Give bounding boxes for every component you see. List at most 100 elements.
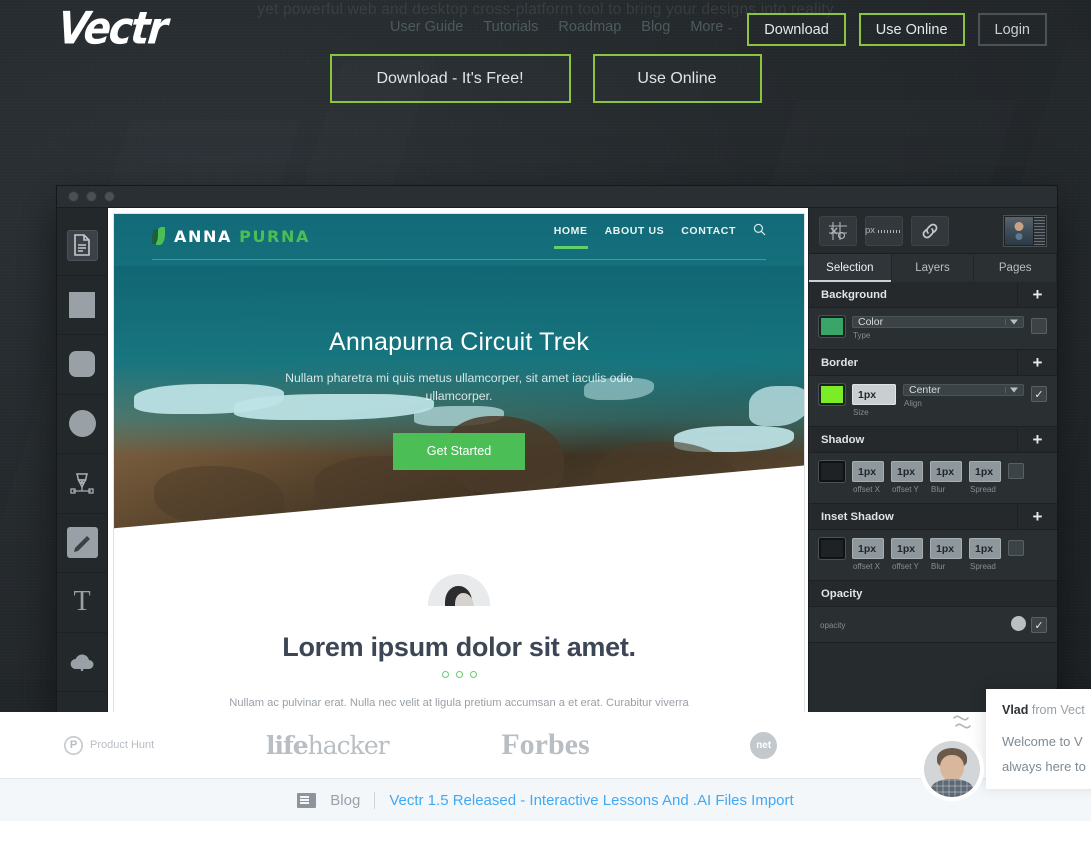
shadow-offset-y-input[interactable]: 1px <box>891 461 923 482</box>
search-icon[interactable] <box>753 223 766 250</box>
app-window-mockup: T ANNA PURNA HOME ABOUT US CONTACT Annap… <box>57 186 1057 712</box>
window-maximize-button[interactable] <box>104 191 115 202</box>
chat-widget[interactable]: Vlad from Vect Welcome to V always here … <box>924 689 1091 797</box>
nav-link-roadmap[interactable]: Roadmap <box>558 19 621 35</box>
window-minimize-button[interactable] <box>86 191 97 202</box>
link-icon[interactable] <box>911 215 949 246</box>
shadow-blur-value: 1px <box>936 465 955 478</box>
circle-icon <box>68 410 96 438</box>
press-logo-lifehacker[interactable]: lifehacker <box>218 731 436 760</box>
border-visibility-checkbox[interactable]: ✓ <box>1031 386 1047 402</box>
shadow-color-swatch[interactable] <box>819 461 845 482</box>
tool-rectangle[interactable] <box>57 276 108 335</box>
shadow-offset-x-input[interactable]: 1px <box>852 461 884 482</box>
add-inset-shadow-button[interactable]: + <box>1017 504 1057 530</box>
add-border-button[interactable]: + <box>1017 350 1057 376</box>
add-shadow-button[interactable]: + <box>1017 427 1057 453</box>
blog-label[interactable]: Blog <box>330 792 360 809</box>
tool-upload[interactable] <box>57 633 108 692</box>
chevron-down-icon: ⌄ <box>726 21 734 32</box>
shadow-visibility-checkbox[interactable] <box>1008 463 1024 479</box>
section-body-opacity: opacity ✓ <box>809 607 1057 643</box>
top-navigation: Vectr User Guide Tutorials Roadmap Blog … <box>0 0 1091 58</box>
inset-shadow-offset-y-input[interactable]: 1px <box>891 538 923 559</box>
pen-icon <box>67 468 98 499</box>
net-icon: net <box>750 731 778 759</box>
shadow-spread-input[interactable]: 1px <box>969 461 1001 482</box>
login-button[interactable]: Login <box>977 13 1047 46</box>
section-title-background: Background <box>821 288 887 301</box>
inset-shadow-spread-input[interactable]: 1px <box>969 538 1001 559</box>
section-header-opacity: Opacity <box>809 581 1057 607</box>
tab-layers[interactable]: Layers <box>892 254 975 282</box>
border-size-input[interactable]: 1px <box>852 384 896 405</box>
inset-shadow-offset-x-input[interactable]: 1px <box>852 538 884 559</box>
vectr-logo[interactable]: Vectr <box>55 3 168 55</box>
site-body-paragraph-1: Nullam ac pulvinar erat. Nulla nec velit… <box>229 697 689 709</box>
hero-download-button[interactable]: Download - It's Free! <box>329 54 571 103</box>
square-icon <box>69 291 95 318</box>
tool-text[interactable]: T <box>57 573 108 633</box>
press-logo-product-hunt[interactable]: P Product Hunt <box>0 736 218 755</box>
background-color-swatch[interactable] <box>819 316 845 337</box>
document-icon <box>66 229 98 261</box>
units-px-icon[interactable]: px <box>865 215 903 246</box>
inset-shadow-offset-y-value: 1px <box>897 542 916 555</box>
user-thumbnail[interactable] <box>1003 214 1047 247</box>
shadow-blur-input[interactable]: 1px <box>930 461 962 482</box>
press-logo-forbes[interactable]: Forbes <box>436 728 654 762</box>
opacity-label: opacity <box>820 621 846 630</box>
site-nav: HOME ABOUT US CONTACT <box>553 223 766 250</box>
site-nav-home[interactable]: HOME <box>553 225 588 249</box>
chevron-down-icon <box>1010 387 1018 393</box>
site-logo-first: ANNA <box>174 226 232 246</box>
inset-shadow-spread-label: Spread <box>970 562 996 571</box>
snap-grid-icon[interactable] <box>819 215 857 246</box>
blog-post-link[interactable]: Vectr 1.5 Released - Interactive Lessons… <box>389 792 793 809</box>
use-online-button[interactable]: Use Online <box>858 13 965 46</box>
design-canvas[interactable]: ANNA PURNA HOME ABOUT US CONTACT Annapur… <box>108 208 809 712</box>
inset-shadow-blur-input[interactable]: 1px <box>930 538 962 559</box>
nav-link-user-guide[interactable]: User Guide <box>390 19 463 35</box>
tab-pages[interactable]: Pages <box>974 254 1057 282</box>
tool-pencil[interactable] <box>57 514 108 573</box>
press-logo-net[interactable]: net <box>655 731 873 759</box>
shadow-spread-label: Spread <box>970 485 996 494</box>
hero-use-online-button[interactable]: Use Online <box>592 54 762 103</box>
tool-ellipse[interactable] <box>57 395 108 454</box>
site-logo[interactable]: ANNA PURNA <box>174 227 310 246</box>
border-align-dropdown[interactable]: Center <box>903 384 1024 396</box>
add-background-button[interactable]: + <box>1017 282 1057 308</box>
shadow-offset-y-value: 1px <box>897 465 916 478</box>
site-body: Lorem ipsum dolor sit amet. Nullam ac pu… <box>114 606 804 712</box>
background-visibility-checkbox[interactable] <box>1031 318 1047 334</box>
hero-cta-group: Download - It's Free! Use Online <box>0 54 1091 103</box>
nav-links: User Guide Tutorials Roadmap Blog More ⌄ <box>390 19 734 35</box>
nav-link-tutorials[interactable]: Tutorials <box>483 19 538 35</box>
tab-selection[interactable]: Selection <box>809 254 892 282</box>
section-body-background: Color Type <box>809 308 1057 350</box>
news-icon <box>297 792 317 808</box>
site-nav-about-us[interactable]: ABOUT US <box>605 225 665 248</box>
tool-rounded-rectangle[interactable] <box>57 335 108 395</box>
chat-message-line-2: always here to <box>1002 759 1086 775</box>
shadow-spread-value: 1px <box>975 465 994 478</box>
background-type-dropdown[interactable]: Color <box>852 316 1024 328</box>
nav-link-more[interactable]: More ⌄ <box>690 19 734 35</box>
tool-page[interactable] <box>57 216 108 276</box>
site-nav-contact[interactable]: CONTACT <box>681 225 736 248</box>
get-started-button[interactable]: Get Started <box>393 432 525 470</box>
site-body-title: Lorem ipsum dolor sit amet. <box>282 632 636 662</box>
download-button[interactable]: Download <box>747 13 846 46</box>
border-color-swatch[interactable] <box>819 384 845 405</box>
tool-pen[interactable] <box>57 454 108 514</box>
opacity-slider-handle[interactable] <box>1011 615 1026 631</box>
section-body-border: 1px Size Center Align ✓ <box>809 376 1057 427</box>
leaf-logo-icon <box>152 226 165 246</box>
shadow-offset-x-value: 1px <box>858 465 877 478</box>
nav-link-blog[interactable]: Blog <box>641 19 670 35</box>
window-close-button[interactable] <box>68 191 79 202</box>
opacity-visibility-checkbox[interactable]: ✓ <box>1031 617 1047 633</box>
inset-shadow-color-swatch[interactable] <box>819 538 845 559</box>
inset-shadow-visibility-checkbox[interactable] <box>1008 540 1024 556</box>
